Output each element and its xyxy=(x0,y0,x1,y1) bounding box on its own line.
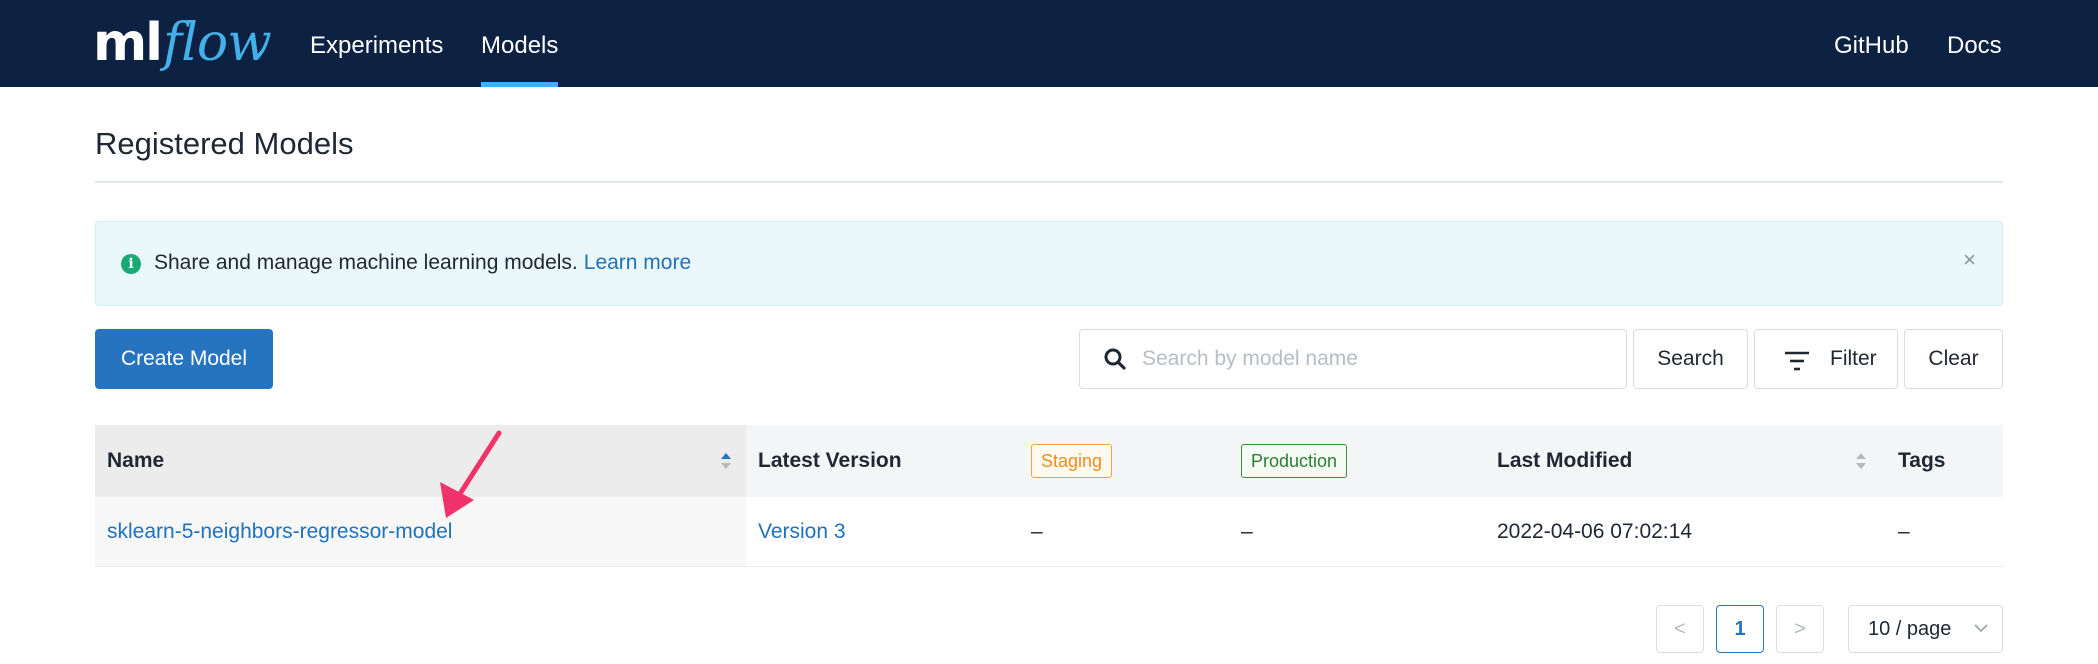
mlflow-logo[interactable]: ml flow xyxy=(93,8,272,78)
pagination-next-button[interactable]: > xyxy=(1776,605,1824,653)
search-button[interactable]: Search xyxy=(1633,329,1748,389)
logo-ml-text: ml xyxy=(93,13,163,73)
close-icon[interactable]: × xyxy=(1963,247,1976,273)
title-divider xyxy=(95,181,2003,183)
learn-more-link[interactable]: Learn more xyxy=(584,251,691,274)
filter-label: Filter xyxy=(1830,347,1877,370)
nav-models[interactable]: Models xyxy=(481,0,559,87)
tags-cell: – xyxy=(1898,520,1910,543)
production-cell: – xyxy=(1241,520,1253,543)
top-navbar: ml flow Experiments Models GitHub Docs xyxy=(0,0,2098,87)
table-row: sklearn-5-neighbors-regressor-model Vers… xyxy=(95,497,2003,567)
staging-cell: – xyxy=(1031,520,1043,543)
banner-text: Share and manage machine learning models… xyxy=(154,251,578,274)
name-column-highlight xyxy=(95,425,746,497)
column-header-tags: Tags xyxy=(1898,449,1946,472)
info-icon: i xyxy=(121,254,141,274)
pagination-prev-button[interactable]: < xyxy=(1656,605,1704,653)
staging-stage-tag: Staging xyxy=(1031,444,1113,478)
production-stage-tag: Production xyxy=(1241,444,1348,478)
filter-icon xyxy=(1785,351,1809,371)
logo-flow-text: flow xyxy=(163,13,272,73)
nav-experiments[interactable]: Experiments xyxy=(310,0,443,87)
table-header: Name Latest Version Staging Production L… xyxy=(95,425,2003,497)
banner-message: Share and manage machine learning models… xyxy=(154,251,691,275)
search-icon xyxy=(1104,348,1126,370)
page-size-select[interactable]: 10 / page xyxy=(1848,605,2003,653)
annotation-arrow-icon xyxy=(440,430,502,518)
column-header-last-modified[interactable]: Last Modified xyxy=(1497,425,1632,497)
pagination-page-1[interactable]: 1 xyxy=(1716,605,1764,653)
column-header-name[interactable]: Name xyxy=(107,425,164,497)
nav-github-link[interactable]: GitHub xyxy=(1834,0,1909,87)
clear-button[interactable]: Clear xyxy=(1904,329,2003,389)
latest-version-link[interactable]: Version 3 xyxy=(758,497,846,566)
create-model-button[interactable]: Create Model xyxy=(95,329,273,389)
sort-icon[interactable] xyxy=(720,450,732,472)
search-field xyxy=(1079,329,1627,389)
last-modified-cell: 2022-04-06 07:02:14 xyxy=(1497,520,1692,543)
model-name-link[interactable]: sklearn-5-neighbors-regressor-model xyxy=(107,497,452,566)
column-header-latest-version: Latest Version xyxy=(758,449,902,472)
nav-docs-link[interactable]: Docs xyxy=(1947,0,2002,87)
page-title: Registered Models xyxy=(95,126,354,161)
page-size-value: 10 / page xyxy=(1868,618,1952,640)
sort-icon[interactable] xyxy=(1855,450,1867,472)
filter-button[interactable]: Filter xyxy=(1754,329,1898,389)
info-banner: i Share and manage machine learning mode… xyxy=(95,221,2003,306)
search-input[interactable] xyxy=(1142,344,1612,374)
chevron-down-icon xyxy=(1974,624,1988,633)
